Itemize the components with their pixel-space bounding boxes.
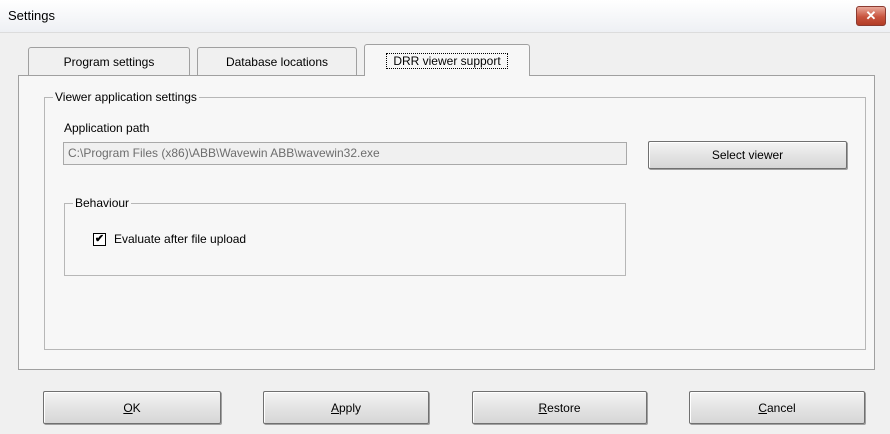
- tab-label: Program settings: [63, 54, 155, 69]
- tab-label: DRR viewer support: [386, 52, 508, 69]
- cancel-mnemonic: C: [758, 400, 767, 415]
- select-viewer-label: Select viewer: [711, 148, 784, 162]
- behaviour-legend: Behaviour: [73, 196, 132, 210]
- ok-button[interactable]: OK: [43, 391, 221, 424]
- cancel-label-rest: ancel: [766, 400, 796, 415]
- restore-mnemonic: R: [538, 400, 548, 415]
- select-viewer-button[interactable]: Select viewer: [648, 141, 847, 169]
- tab-program-settings[interactable]: Program settings: [28, 47, 190, 75]
- evaluate-after-upload-checkbox[interactable]: ✔: [93, 233, 106, 246]
- ok-label: OK: [123, 401, 140, 415]
- cancel-button[interactable]: Cancel: [689, 391, 865, 424]
- apply-button[interactable]: Apply: [263, 391, 429, 424]
- apply-mnemonic: A: [330, 400, 339, 415]
- tab-label: Database locations: [225, 54, 329, 69]
- cancel-label: Cancel: [758, 401, 795, 415]
- close-button[interactable]: ✕: [856, 6, 886, 26]
- apply-label: Apply: [331, 401, 361, 415]
- app-path-label: Application path: [64, 121, 150, 135]
- ok-mnemonic: O: [123, 400, 133, 415]
- viewer-settings-legend: Viewer application settings: [53, 90, 199, 104]
- checkmark-icon: ✔: [94, 233, 105, 245]
- title-bar: Settings ✕: [0, 0, 890, 33]
- app-path-field[interactable]: C:\Program Files (x86)\ABB\Wavewin ABB\w…: [63, 142, 627, 165]
- restore-label: Restore: [538, 401, 580, 415]
- window-title: Settings: [8, 8, 55, 23]
- tab-database-locations[interactable]: Database locations: [197, 47, 357, 75]
- restore-button[interactable]: Restore: [472, 391, 647, 424]
- evaluate-after-upload-label: Evaluate after file upload: [114, 232, 247, 246]
- close-icon: ✕: [865, 8, 877, 23]
- tab-drr-viewer-support[interactable]: DRR viewer support: [364, 44, 530, 76]
- ok-label-rest: K: [132, 400, 141, 415]
- apply-label-rest: pply: [339, 400, 362, 415]
- restore-label-rest: estore: [547, 400, 581, 415]
